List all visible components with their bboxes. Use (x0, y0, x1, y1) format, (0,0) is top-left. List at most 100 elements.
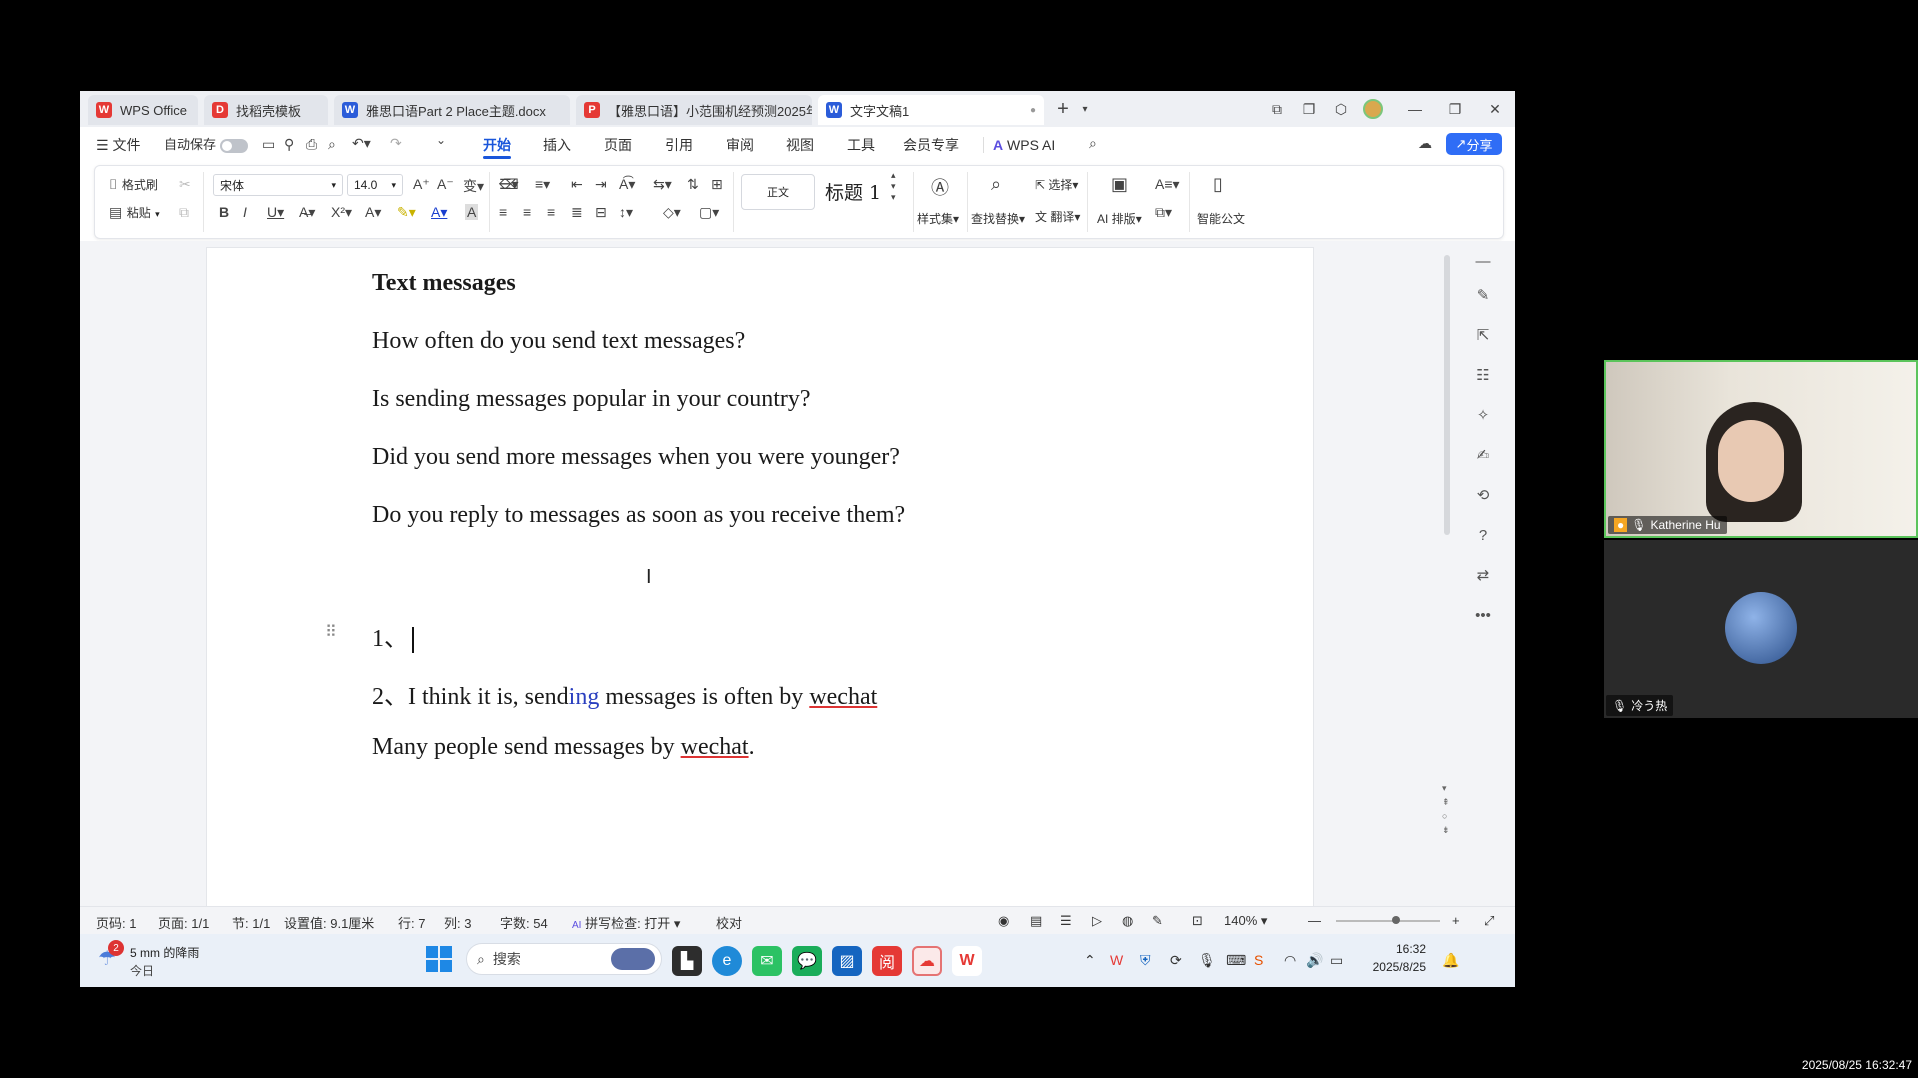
shapes-icon[interactable]: ⧉▾ (1155, 204, 1172, 221)
cloud-app-icon[interactable]: ☁ (912, 946, 942, 976)
tray-sync-icon[interactable]: ⟳ (1170, 952, 1182, 969)
shrink-font-icon[interactable]: A⁻ (437, 176, 454, 193)
bold-icon[interactable]: B (219, 204, 229, 220)
undo-icon[interactable]: ↶▾ (352, 135, 371, 152)
decrease-indent-icon[interactable]: ⇤ (571, 176, 583, 193)
tab-wps-office[interactable]: W WPS Office (88, 95, 198, 125)
status-proofread[interactable]: 校对 (716, 913, 742, 932)
page-nav-icons[interactable]: ▾ ⇞ ○ ⇟ (1442, 781, 1450, 837)
share-button[interactable]: ↗ 分享 (1446, 133, 1502, 155)
status-page-number[interactable]: 页码: 1 (96, 913, 136, 932)
collapse-icon[interactable]: — (1463, 247, 1503, 275)
search-icon[interactable]: ⌕ (1089, 135, 1097, 152)
zoom-slider[interactable] (1336, 916, 1440, 924)
select-button[interactable]: ⇱ 选择▾ (1035, 176, 1078, 193)
screenshot-icon[interactable]: ⧉ (1264, 97, 1290, 121)
zoom-in-icon[interactable]: + (1452, 913, 1460, 928)
paste-button[interactable]: ▤ 粘贴 ▾ (109, 204, 160, 222)
video-tile-participant2[interactable]: 🎙 冷う热 (1604, 540, 1918, 718)
increase-indent-icon[interactable]: ⇥ (595, 176, 607, 193)
doc-question-1[interactable]: How often do you send text messages? (372, 328, 745, 355)
status-spell-check[interactable]: AI 拼写检查: 打开 ▾ (572, 913, 680, 932)
outline-view-icon[interactable]: ☰ (1060, 913, 1072, 929)
tab-ielts-place-docx[interactable]: W 雅思口语Part 2 Place主题.docx (334, 95, 570, 125)
notification-bell-icon[interactable]: 🔔 (1442, 952, 1459, 969)
doc-question-4[interactable]: Do you reply to messages as soon as you … (372, 502, 905, 529)
text-direction-icon[interactable]: A͡▾ (619, 176, 635, 193)
menu-view[interactable]: 视图 (786, 135, 814, 155)
distribute-icon[interactable]: ⊟ (595, 204, 607, 221)
redo-icon[interactable]: ↷ (390, 135, 402, 152)
style-normal[interactable]: 正文 (741, 174, 815, 210)
sort-icon[interactable]: ⇅ (687, 176, 699, 193)
superscript-icon[interactable]: X²▾ (331, 204, 352, 221)
strikethrough-icon[interactable]: A̶▾ (299, 204, 315, 221)
menu-review[interactable]: 审阅 (726, 135, 754, 155)
align-right-icon[interactable]: ≡ (547, 204, 555, 220)
style-heading1[interactable]: 标题 1 (825, 178, 881, 205)
tab-list-chevron-icon[interactable]: ▾ (1072, 97, 1098, 121)
unsaved-dot-icon[interactable]: ● (1030, 105, 1036, 116)
doc-question-3[interactable]: Did you send more messages when you were… (372, 444, 900, 471)
taskbar-time[interactable]: 16:32 (1366, 942, 1426, 956)
align-left-icon[interactable]: ≡ (499, 204, 507, 220)
menu-page[interactable]: 页面 (604, 135, 632, 155)
tray-wps-icon[interactable]: W (1110, 952, 1123, 968)
link-icon[interactable]: ⚲ (284, 136, 294, 153)
border-icon[interactable]: ▢▾ (699, 204, 719, 221)
minimize-icon[interactable]: — (1402, 97, 1428, 121)
status-word-count[interactable]: 字数: 54 (500, 913, 548, 932)
text-effect-icon[interactable]: A▾ (365, 204, 381, 221)
print-preview-icon[interactable]: ⌕ (328, 136, 336, 153)
taskbar-search-box[interactable]: ⌕ 搜索 (466, 943, 662, 975)
select-cursor-icon[interactable]: ⇱ (1463, 321, 1503, 349)
menu-member[interactable]: 会员专享 (903, 135, 959, 155)
weather-text[interactable]: 5 mm 的降雨 (130, 944, 199, 961)
tab-document1[interactable]: W 文字文稿1 ● (818, 95, 1044, 125)
close-icon[interactable]: ✕ (1482, 97, 1508, 121)
justify-icon[interactable]: ≣ (571, 204, 583, 221)
underline-icon[interactable]: U▾ (267, 204, 284, 221)
show-marks-icon[interactable]: ⊞ (711, 176, 723, 193)
status-setting[interactable]: 设置值: 9.1厘米 (284, 913, 374, 932)
wps-taskbar-icon[interactable]: W (952, 946, 982, 976)
avatar[interactable] (1360, 97, 1386, 121)
menu-home[interactable]: 开始 (483, 135, 511, 155)
taskbar-date[interactable]: 2025/8/25 (1366, 960, 1426, 974)
menu-references[interactable]: 引用 (665, 135, 693, 155)
wps-ai-button[interactable]: A WPS AI (993, 135, 1055, 155)
doc-answer-3[interactable]: Many people send messages by wechat. (372, 734, 755, 761)
play-icon[interactable]: ▷ (1092, 913, 1102, 929)
edge-browser-icon[interactable]: e (712, 946, 742, 976)
text-tools-icon[interactable]: A≡▾ (1155, 176, 1180, 193)
align-center-icon[interactable]: ≡ (523, 204, 531, 220)
translate-button[interactable]: 文 翻译▾ (1035, 208, 1080, 225)
style-scroll-icon[interactable]: ▴ ▾ ▾ (891, 170, 896, 203)
pen-icon[interactable]: ✎ (1463, 281, 1503, 309)
page-view-icon[interactable]: ▤ (1030, 913, 1042, 929)
font-color-icon[interactable]: A▾ (431, 204, 447, 221)
print-icon[interactable]: ⎙ (306, 136, 317, 153)
transform-icon[interactable]: ⟲ (1463, 481, 1503, 509)
doc-heading[interactable]: Text messages (372, 270, 516, 297)
font-size-select[interactable]: 14.0 ▾ (347, 174, 403, 196)
tools-icon[interactable]: ✧ (1463, 401, 1503, 429)
status-col[interactable]: 列: 3 (444, 913, 471, 932)
fit-page-icon[interactable]: ⊡ (1192, 913, 1203, 929)
bullet-list-icon[interactable]: ☰▾ (499, 176, 519, 193)
window-layout-icon[interactable]: ❐ (1296, 97, 1322, 121)
battery-icon[interactable]: ▭ (1330, 952, 1343, 969)
fullscreen-icon[interactable]: ⤢ (1484, 913, 1494, 929)
status-row[interactable]: 行: 7 (398, 913, 425, 932)
file-menu[interactable]: ☰ 文件 (96, 135, 140, 155)
chat-app-icon[interactable]: 💬 (792, 946, 822, 976)
eye-protect-icon[interactable]: ◉ (998, 913, 1009, 929)
cloud-upload-icon[interactable]: ☁ (1418, 135, 1432, 152)
tray-shield-icon[interactable]: ⛨ (1140, 952, 1151, 969)
start-windows-icon[interactable] (426, 946, 452, 972)
format-painter-button[interactable]: ⌷ 格式刷 (109, 176, 158, 194)
cut-icon[interactable]: ✂ (179, 176, 191, 193)
translate-side-icon[interactable]: ⇄ (1463, 561, 1503, 589)
shading-icon[interactable]: ◇▾ (663, 204, 681, 221)
doc-answer-2[interactable]: 2、I think it is, sending messages is oft… (372, 676, 877, 711)
